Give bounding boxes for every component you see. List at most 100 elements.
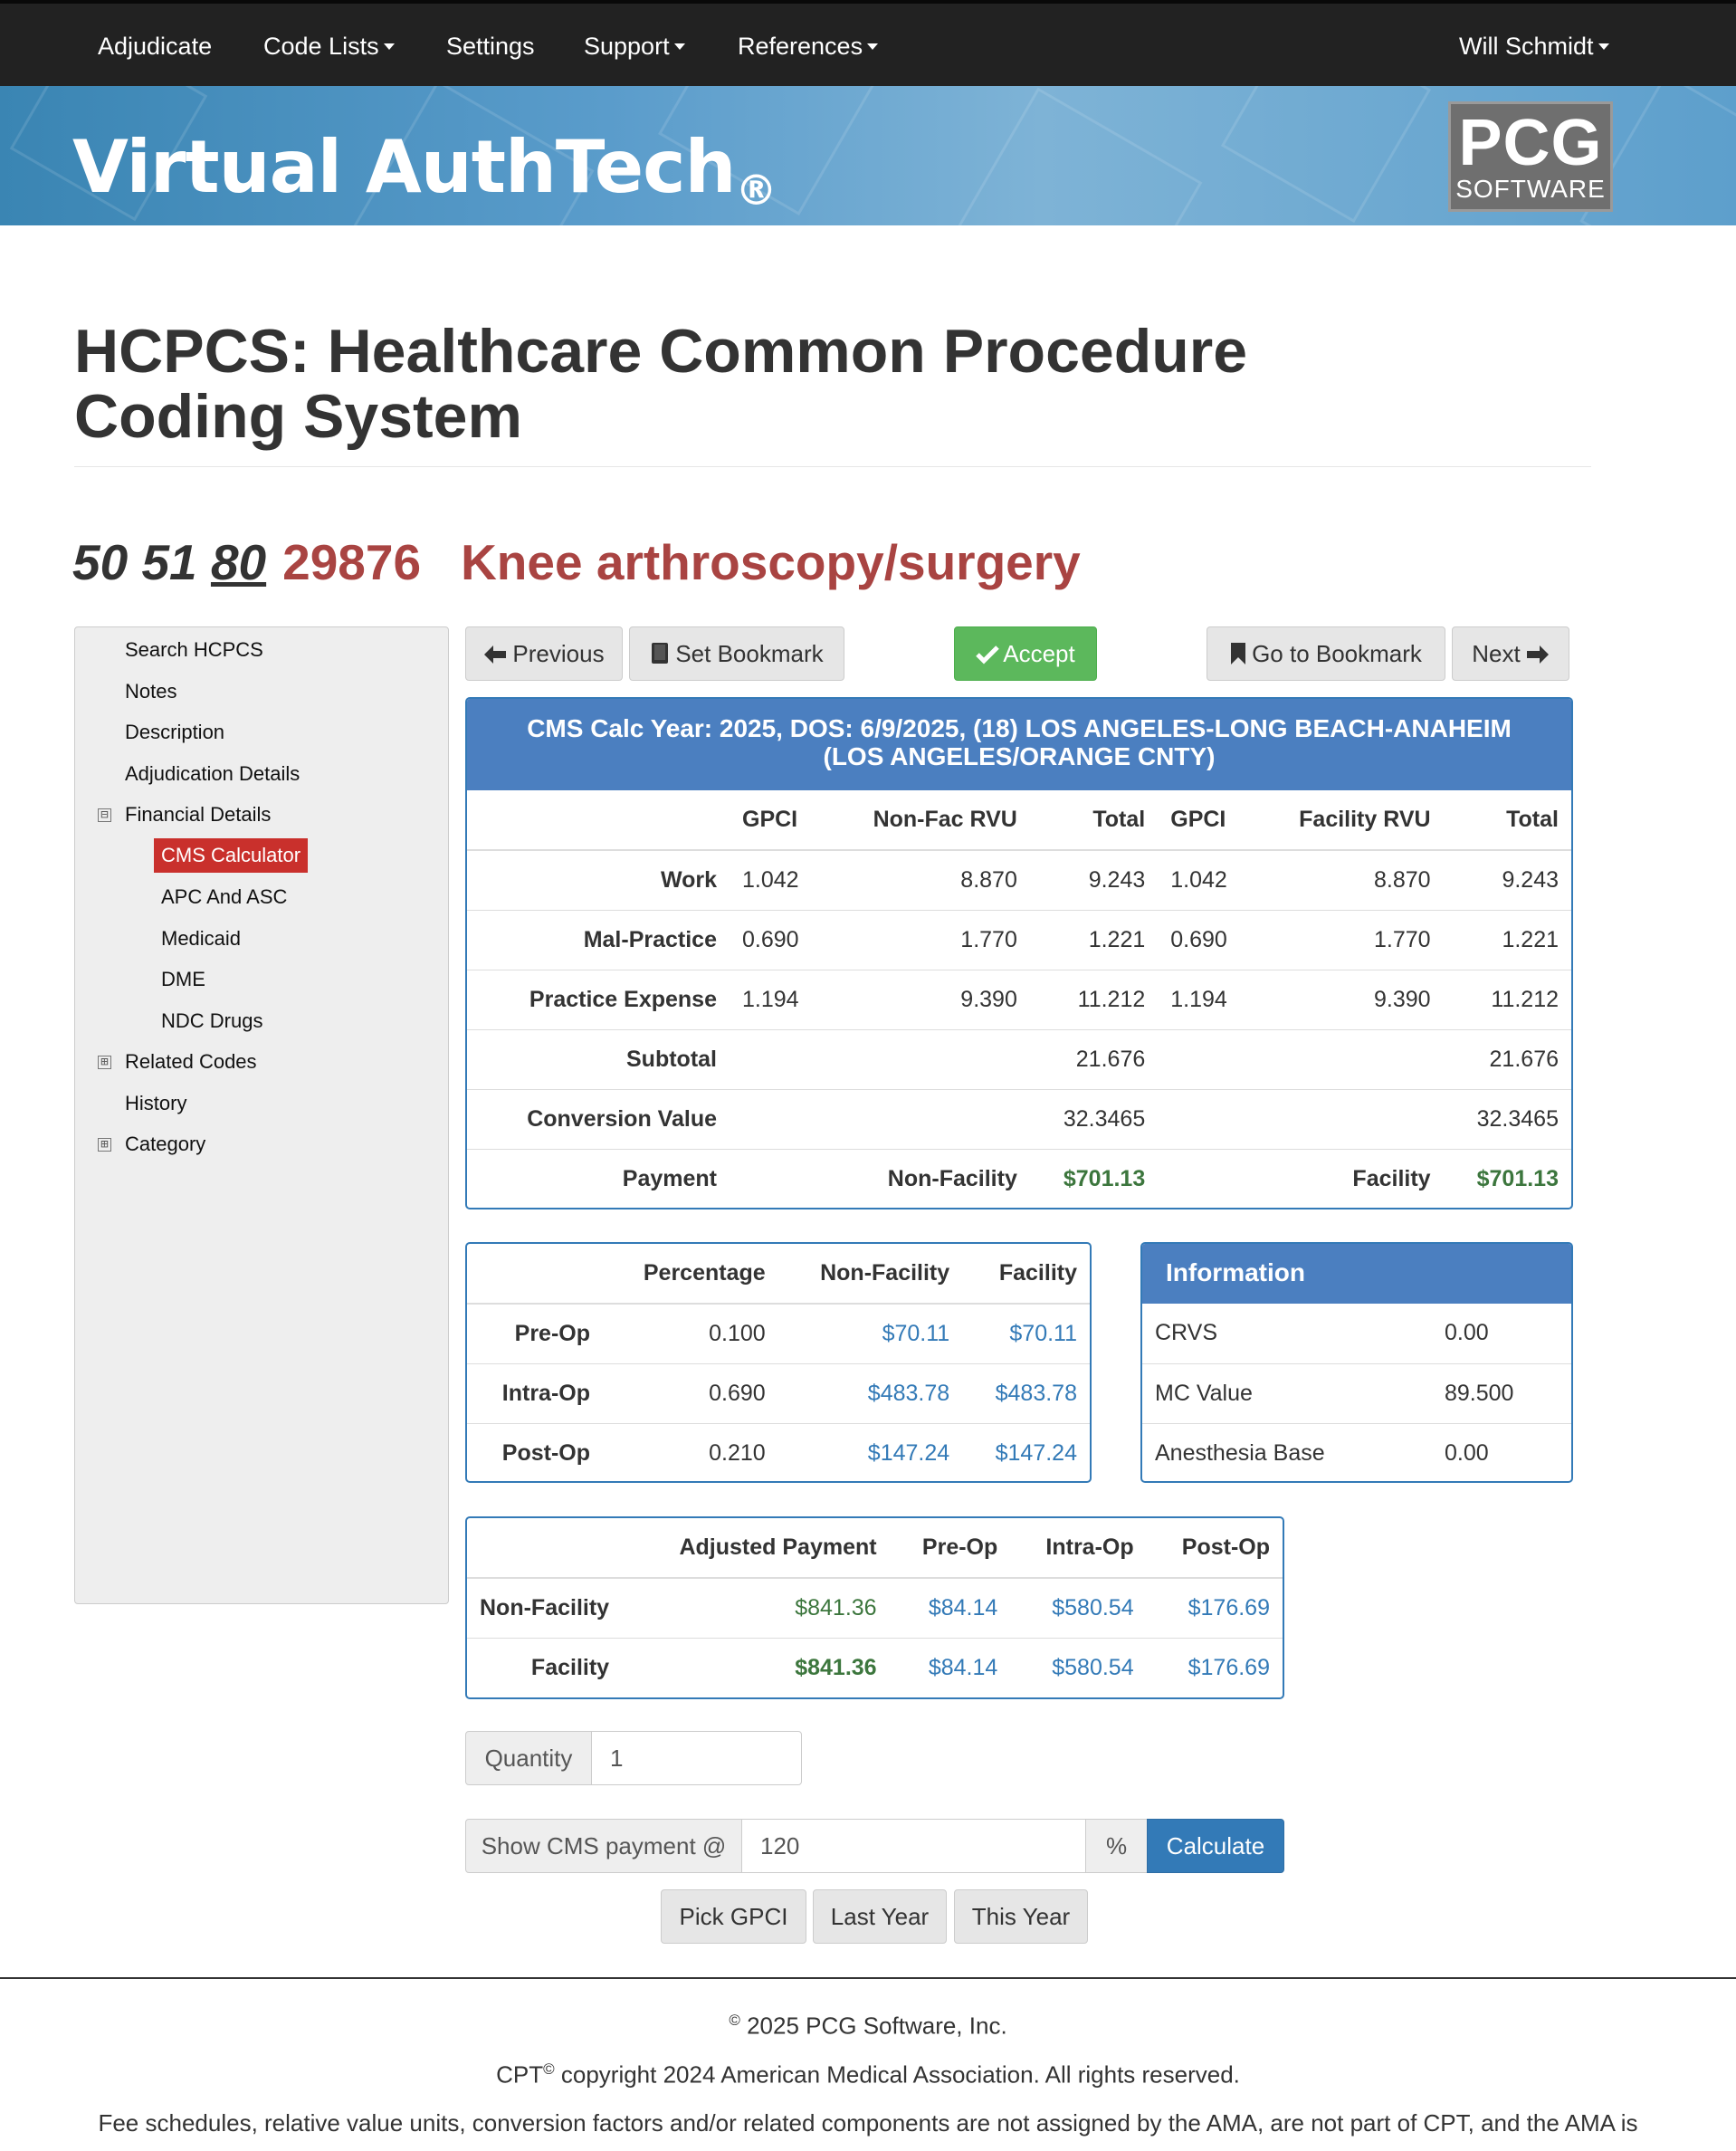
sidebar-item-adjudication[interactable]: Adjudication Details: [125, 760, 300, 788]
sidebar-item-ndc[interactable]: NDC Drugs: [161, 1008, 262, 1035]
cpt-text: CPT: [496, 2060, 544, 2089]
row-label-work: Work: [660, 866, 717, 893]
table-row: Post-Op 0.210 $147.24 $147.24: [467, 1422, 1090, 1481]
table-row: Facility $841.36 $84.14 $580.54 $176.69: [467, 1637, 1283, 1697]
copyright-text: 2025 PCG Software, Inc.: [747, 2012, 1007, 2040]
show-cms-label: Show CMS payment @: [465, 1819, 742, 1873]
expand-icon[interactable]: ⊞: [98, 1056, 111, 1069]
accept-button[interactable]: Accept: [954, 626, 1097, 681]
expand-icon[interactable]: ⊞: [98, 1138, 111, 1152]
nav-settings[interactable]: Settings: [446, 4, 535, 90]
table-cell: [730, 1088, 828, 1149]
table-cell: $841.36: [795, 1594, 877, 1620]
adjusted-payment-panel: Adjusted Payment Pre-Op Intra-Op Post-Op…: [465, 1516, 1284, 1699]
nav-references-label: References: [738, 33, 863, 60]
row-label-mal-practice: Mal-Practice: [467, 909, 730, 970]
sidebar-item-related[interactable]: Related Codes: [125, 1048, 257, 1076]
sidebar-item-cms-calculator[interactable]: CMS Calculator: [154, 838, 309, 873]
calculate-button[interactable]: Calculate: [1147, 1819, 1284, 1873]
nav-adjudicate[interactable]: Adjudicate: [98, 4, 212, 90]
column-header-nf-gpci: GPCI: [730, 790, 828, 851]
column-header-facility: Facility: [962, 1244, 1090, 1305]
sidebar-item-financial[interactable]: Financial Details: [125, 801, 271, 828]
table-cell: 9.390: [827, 969, 1030, 1029]
previous-button[interactable]: Previous: [465, 626, 623, 681]
row-label-subtotal: Subtotal: [467, 1028, 730, 1089]
subtotal-nonfacility: 21.676: [1029, 1028, 1159, 1089]
nav-references[interactable]: References: [738, 4, 879, 90]
sidebar-item-category[interactable]: Category: [125, 1131, 205, 1158]
information-panel: Information CRVS 0.00 MC Value 89.500 An…: [1140, 1242, 1573, 1483]
column-header-nf-total: Total: [1029, 790, 1159, 851]
column-header-post-op: Post-Op: [1146, 1518, 1283, 1579]
row-label-pre-op: Pre-Op: [514, 1320, 590, 1346]
table-row: Pre-Op 0.100 $70.11 $70.11: [467, 1304, 1090, 1363]
column-header-nonfacility: Non-Facility: [777, 1244, 963, 1305]
conversion-nonfacility: 32.3465: [1029, 1088, 1159, 1149]
info-label-anesthesia: Anesthesia Base: [1142, 1422, 1432, 1481]
logo-text-software: SOFTWARE: [1455, 175, 1606, 203]
sidebar-item-description[interactable]: Description: [125, 719, 224, 746]
table-cell: 1.770: [1255, 909, 1444, 970]
table-cell: 8.870: [1374, 866, 1431, 893]
table-row: Non-Facility $841.36 $84.14 $580.54 $176…: [467, 1578, 1283, 1638]
show-cms-percent-input[interactable]: 120: [741, 1819, 1086, 1873]
table-header-row: GPCI Non-Fac RVU Total GPCI Facility RVU…: [467, 790, 1571, 851]
top-navbar: Adjudicate Code Lists Settings Support R…: [0, 0, 1736, 86]
modifier-80[interactable]: 80: [211, 534, 266, 590]
table-cell: $176.69: [1146, 1637, 1283, 1697]
pcg-logo: PCG SOFTWARE: [1448, 101, 1613, 212]
table-cell: $841.36: [622, 1637, 890, 1697]
this-year-button[interactable]: This Year: [954, 1889, 1088, 1944]
pick-gpci-button[interactable]: Pick GPCI: [661, 1889, 806, 1944]
quantity-input[interactable]: 1: [591, 1731, 802, 1785]
table-cell: 0.690: [730, 909, 828, 970]
collapse-icon[interactable]: ⊟: [98, 808, 111, 822]
modifier-50: 50: [72, 534, 129, 590]
row-label-facility: Facility: [467, 1637, 623, 1697]
row-label-post-op: Post-Op: [467, 1422, 603, 1481]
set-bookmark-button[interactable]: Set Bookmark: [629, 626, 844, 681]
go-to-bookmark-button[interactable]: Go to Bookmark: [1207, 626, 1445, 681]
subtotal-facility: 21.676: [1443, 1028, 1571, 1089]
table-cell: $580.54: [1010, 1637, 1147, 1697]
column-header-f-gpci: GPCI: [1158, 790, 1256, 851]
table-cell: 1.042: [1170, 866, 1227, 893]
table-cell: [1255, 1088, 1444, 1149]
copyright-symbol: ©: [543, 2060, 555, 2078]
row-label-nonfacility: Non-Facility: [480, 1594, 610, 1620]
payment-nonfacility-label: Non-Facility: [827, 1148, 1030, 1208]
column-header-label: [467, 790, 730, 851]
table-cell: $580.54: [1052, 1594, 1134, 1620]
sidebar-item-medicaid[interactable]: Medicaid: [161, 925, 241, 952]
banner-hex-pattern: [942, 87, 1203, 225]
sidebar-item-apc[interactable]: APC And ASC: [161, 884, 287, 911]
table-cell: 1.042: [742, 866, 799, 893]
user-menu[interactable]: Will Schmidt: [1459, 4, 1609, 90]
arrow-right-icon: [1526, 645, 1549, 664]
table-cell: $147.24: [962, 1422, 1090, 1481]
nav-code-lists[interactable]: Code Lists: [263, 4, 395, 90]
last-year-button[interactable]: Last Year: [813, 1889, 947, 1944]
procedure-description: Knee arthroscopy/surgery: [461, 534, 1081, 590]
next-button[interactable]: Next: [1452, 626, 1569, 681]
sidebar-item-history[interactable]: History: [125, 1090, 186, 1117]
info-value-anesthesia: 0.00: [1432, 1422, 1571, 1481]
nav-support[interactable]: Support: [584, 4, 685, 90]
table-cell: $147.24: [777, 1422, 963, 1481]
cpt-copyright-text: copyright 2024 American Medical Associat…: [560, 2060, 1240, 2089]
previous-label: Previous: [512, 640, 605, 667]
column-header-percentage: Percentage: [603, 1244, 778, 1305]
table-cell: $84.14: [928, 1594, 998, 1620]
registered-mark: ®: [735, 166, 777, 215]
sidebar-item-search[interactable]: Search HCPCS: [125, 636, 263, 664]
sidebar-item-notes[interactable]: Notes: [125, 678, 176, 705]
cms-calc-table: GPCI Non-Fac RVU Total GPCI Facility RVU…: [467, 790, 1571, 1208]
table-cell: [730, 1028, 828, 1089]
column-header-label: [467, 1518, 623, 1579]
information-header: Information: [1142, 1244, 1571, 1304]
sidebar-item-dme[interactable]: DME: [161, 966, 205, 993]
table-cell: $84.14: [889, 1637, 1011, 1697]
info-value-crvs: 0.00: [1445, 1320, 1489, 1346]
nav-adjudicate-label: Adjudicate: [98, 33, 213, 60]
